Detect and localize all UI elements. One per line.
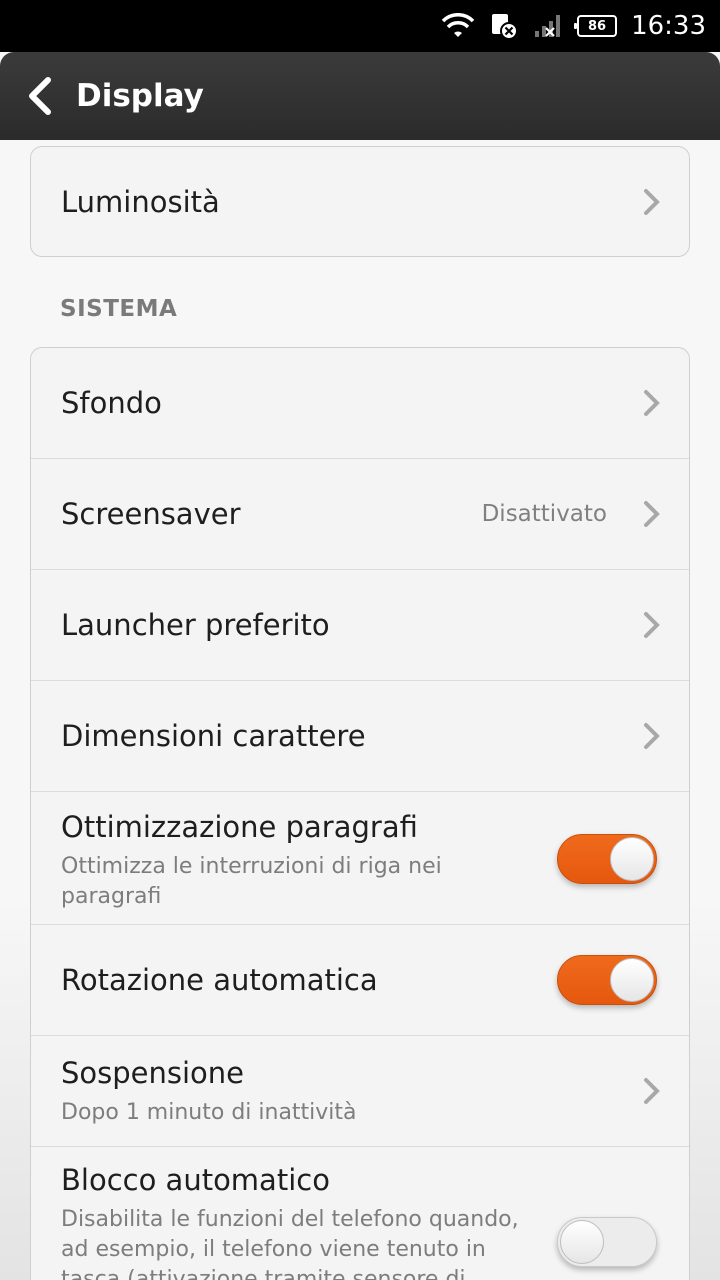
paragraph-label: Ottimizzazione paragrafi xyxy=(61,810,418,844)
paragraph-toggle[interactable] xyxy=(557,834,657,884)
chevron-right-icon xyxy=(644,1078,660,1104)
status-bar: 86 16:33 xyxy=(0,0,720,52)
sleep-label: Sospensione xyxy=(61,1056,245,1090)
sleep-description: Dopo 1 minuto di inattività xyxy=(61,1100,357,1125)
battery-icon: 86 xyxy=(574,15,618,37)
chevron-right-icon xyxy=(644,723,660,749)
paragraph-description: Ottimizza le interruzioni di riga nei pa… xyxy=(61,854,442,909)
action-bar: Display xyxy=(0,52,720,140)
toggle-knob xyxy=(610,837,654,881)
rotation-toggle[interactable] xyxy=(557,955,657,1005)
brightness-label: Luminosità xyxy=(61,185,220,219)
chevron-right-icon xyxy=(644,189,660,215)
brightness-item[interactable]: Luminosità xyxy=(31,147,689,256)
launcher-label: Launcher preferito xyxy=(61,608,330,642)
chevron-right-icon xyxy=(644,501,660,527)
autolock-description: Disabilita le funzioni del telefono quan… xyxy=(61,1207,519,1280)
list-item-wallpaper[interactable]: Sfondo xyxy=(31,348,689,459)
list-item-screensaver[interactable]: Screensaver Disattivato xyxy=(31,459,689,570)
screensaver-label: Screensaver xyxy=(61,497,241,531)
autolock-toggle[interactable] xyxy=(557,1217,657,1267)
section-header-system: SISTEMA xyxy=(60,296,178,322)
chevron-right-icon xyxy=(644,390,660,416)
chevron-left-icon xyxy=(29,77,51,115)
toggle-knob xyxy=(560,1220,604,1264)
brightness-card: Luminosità xyxy=(30,146,690,257)
back-button[interactable] xyxy=(8,52,72,140)
list-item-font-size[interactable]: Dimensioni carattere xyxy=(31,681,689,792)
autolock-label: Blocco automatico xyxy=(61,1163,330,1197)
chevron-right-icon xyxy=(644,612,660,638)
page-title: Display xyxy=(76,78,204,114)
font-size-label: Dimensioni carattere xyxy=(61,719,366,753)
list-item-sleep[interactable]: Sospensione Dopo 1 minuto di inattività xyxy=(31,1036,689,1147)
list-item-paragraph-optimization[interactable]: Ottimizzazione paragrafi Ottimizza le in… xyxy=(31,792,689,925)
list-item-auto-lock[interactable]: Blocco automatico Disabilita le funzioni… xyxy=(31,1147,689,1280)
rotation-label: Rotazione automatica xyxy=(61,963,378,997)
list-item-auto-rotation[interactable]: Rotazione automatica xyxy=(31,925,689,1036)
signal-off-icon xyxy=(533,13,563,39)
clock: 16:33 xyxy=(631,11,706,41)
toggle-knob xyxy=(610,958,654,1002)
sim-error-icon xyxy=(489,12,519,40)
list-item-launcher[interactable]: Launcher preferito xyxy=(31,570,689,681)
screensaver-value: Disattivato xyxy=(481,501,607,527)
wallpaper-label: Sfondo xyxy=(61,386,162,420)
wifi-icon xyxy=(441,13,475,39)
system-card: Sfondo Screensaver Disattivato Launcher … xyxy=(30,347,690,1280)
